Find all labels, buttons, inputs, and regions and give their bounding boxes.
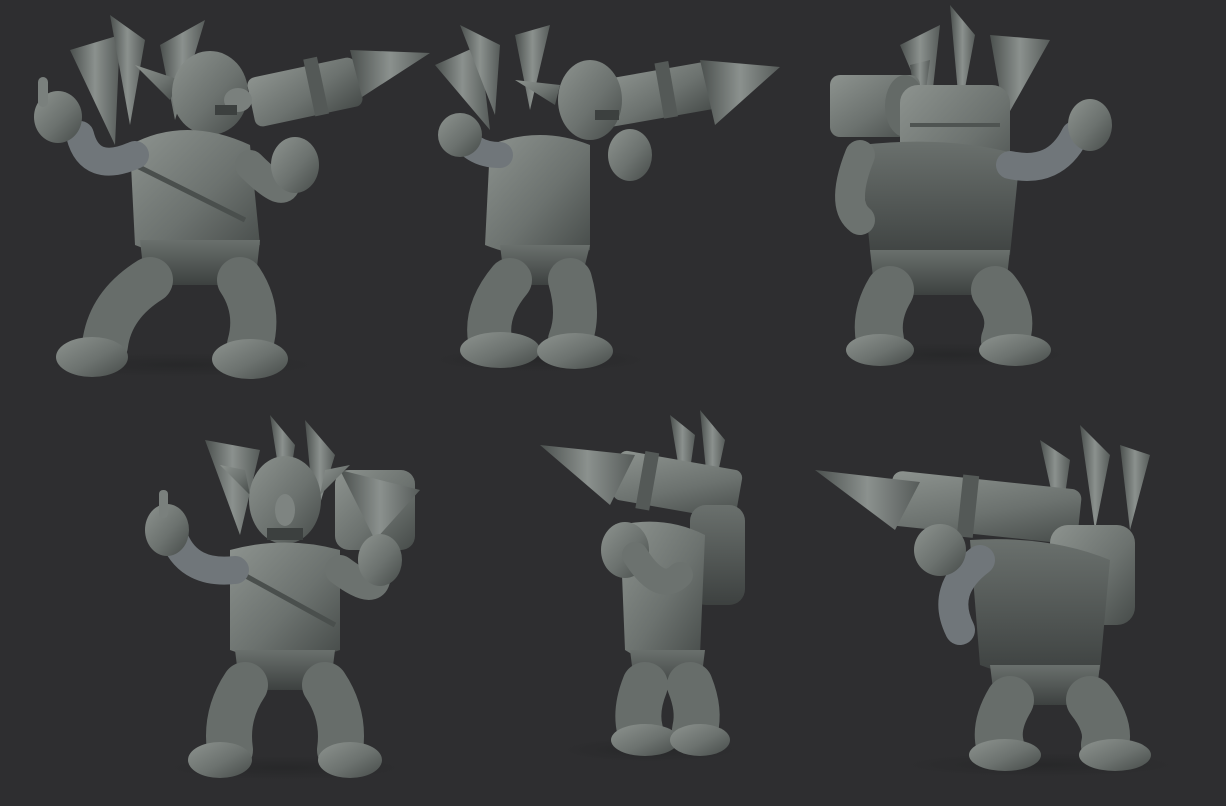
goblin-view-side-profile: [430, 5, 790, 375]
goblin-view-back: [800, 5, 1120, 370]
goblin-view-back-three-quarter: [810, 420, 1200, 780]
render-sheet: [0, 0, 1226, 806]
goblin-view-front-three-quarter: [10, 5, 430, 380]
goblin-view-front: [135, 410, 435, 785]
goblin-view-side-profile-left: [540, 405, 770, 765]
